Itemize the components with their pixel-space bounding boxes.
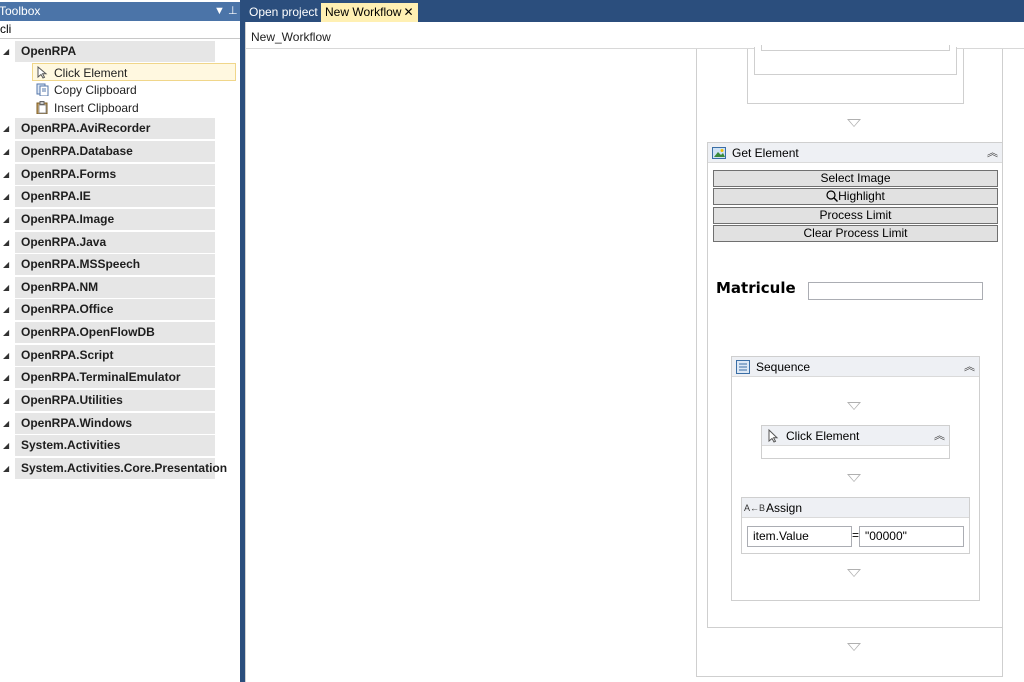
close-icon[interactable]: ✕ — [403, 5, 413, 19]
expander-icon[interactable]: ◢ — [3, 47, 9, 56]
drop-target-arrow-icon[interactable] — [847, 643, 861, 651]
tool-label: Copy Clipboard — [54, 83, 137, 97]
toolbox-title: Toolbox — [0, 4, 41, 18]
activity-title: Assign — [766, 501, 803, 515]
equals-sign: = — [852, 528, 860, 542]
search-icon — [826, 190, 839, 202]
expander-icon[interactable]: ◢ — [3, 419, 9, 428]
category-system-activities-core-presentation[interactable]: System.Activities.Core.Presentation — [15, 458, 227, 479]
document-area: Open project New Workflow ✕ New_Workflow … — [245, 0, 1024, 682]
click-element-activity[interactable]: Click Element ︽ — [761, 425, 950, 459]
category-ie[interactable]: OpenRPA.IE — [15, 186, 215, 207]
toolbox-header: Toolbox ▼ ⊥ — [0, 2, 240, 21]
clear-process-limit-button[interactable]: Clear Process Limit — [713, 225, 998, 242]
highlight-label: Highlight — [838, 189, 885, 203]
expander-icon[interactable]: ◢ — [3, 351, 9, 360]
tab-strip: Open project New Workflow ✕ — [245, 0, 1024, 22]
matricule-field[interactable] — [808, 282, 983, 300]
drop-target-arrow-icon[interactable] — [847, 569, 861, 577]
expander-icon[interactable]: ◢ — [3, 305, 9, 314]
assign-icon: A←B — [744, 503, 766, 513]
drop-target-arrow-icon[interactable] — [847, 119, 861, 127]
insert-clipboard-icon — [36, 101, 48, 114]
toolbox-dropdown-icon[interactable]: ▼ — [214, 2, 225, 21]
toolbox-search-input[interactable]: cli — [0, 21, 240, 39]
activity-title: Sequence — [756, 360, 811, 374]
pin-icon[interactable]: ⊥ — [228, 2, 238, 21]
category-openflowdb[interactable]: OpenRPA.OpenFlowDB — [15, 322, 215, 343]
activity-title: Click Element — [786, 429, 860, 443]
category-avirecorder[interactable]: OpenRPA.AviRecorder — [15, 118, 215, 139]
process-limit-button[interactable]: Process Limit — [713, 207, 998, 224]
category-nm[interactable]: OpenRPA.NM — [15, 277, 215, 298]
highlight-button[interactable]: Highlight — [713, 188, 998, 205]
cursor-icon — [768, 429, 779, 443]
collapse-icon[interactable]: ︽ — [987, 143, 998, 163]
copy-clipboard-icon — [36, 83, 49, 96]
tool-label: Click Element — [54, 66, 128, 80]
expander-icon[interactable]: ◢ — [3, 170, 9, 179]
sequence-icon — [736, 360, 750, 374]
activity-title: Get Element — [732, 146, 799, 160]
expander-icon[interactable]: ◢ — [3, 464, 9, 473]
matricule-label: Matricule — [716, 279, 796, 297]
breadcrumb[interactable]: New_Workflow — [251, 30, 331, 44]
previous-activity-field — [761, 45, 950, 51]
workflow-designer[interactable]: New_Workflow Get Element ︽ Select Image … — [245, 22, 1024, 682]
expander-icon[interactable]: ◢ — [3, 215, 9, 224]
toolbox-pane: Toolbox ▼ ⊥ cli ◢ OpenRPA Click Element … — [0, 0, 240, 682]
tool-copy-clipboard[interactable]: Copy Clipboard — [33, 81, 137, 99]
expander-icon[interactable]: ◢ — [3, 328, 9, 337]
tool-label: Insert Clipboard — [54, 101, 139, 115]
assign-value-field[interactable]: "00000" — [859, 526, 964, 547]
previous-activity-inner — [754, 45, 957, 75]
expander-icon[interactable]: ◢ — [3, 373, 9, 382]
category-database[interactable]: OpenRPA.Database — [15, 141, 215, 162]
image-icon — [712, 147, 726, 159]
activity-header: Click Element ︽ — [762, 426, 949, 446]
previous-activity[interactable] — [747, 45, 964, 104]
category-office[interactable]: OpenRPA.Office — [15, 299, 215, 320]
collapse-icon[interactable]: ︽ — [934, 426, 945, 446]
category-utilities[interactable]: OpenRPA.Utilities — [15, 390, 215, 411]
collapse-icon[interactable]: ︽ — [964, 357, 975, 377]
category-script[interactable]: OpenRPA.Script — [15, 345, 215, 366]
activity-header: Get Element ︽ — [708, 143, 1002, 163]
category-java[interactable]: OpenRPA.Java — [15, 232, 215, 253]
expander-icon[interactable]: ◢ — [3, 283, 9, 292]
expander-icon[interactable]: ◢ — [3, 192, 9, 201]
category-system-activities[interactable]: System.Activities — [15, 435, 215, 456]
category-forms[interactable]: OpenRPA.Forms — [15, 164, 215, 185]
expander-icon[interactable]: ◢ — [3, 124, 9, 133]
assign-to-field[interactable]: item.Value — [747, 526, 852, 547]
activity-header: A←B Assign — [742, 498, 969, 518]
expander-icon[interactable]: ◢ — [3, 260, 9, 269]
category-windows[interactable]: OpenRPA.Windows — [15, 413, 215, 434]
activity-header: Sequence ︽ — [732, 357, 979, 377]
category-openrpa[interactable]: OpenRPA — [15, 41, 215, 62]
tab-label: New Workflow — [325, 5, 402, 19]
category-image[interactable]: OpenRPA.Image — [15, 209, 215, 230]
category-terminalemulator[interactable]: OpenRPA.TerminalEmulator — [15, 367, 215, 388]
tab-new-workflow[interactable]: New Workflow ✕ — [321, 3, 418, 22]
tool-click-element[interactable]: Click Element — [32, 63, 236, 81]
expander-icon[interactable]: ◢ — [3, 147, 9, 156]
drop-target-arrow-icon[interactable] — [847, 474, 861, 482]
assign-activity[interactable]: A←B Assign item.Value = "00000" — [741, 497, 970, 554]
drop-target-arrow-icon[interactable] — [847, 402, 861, 410]
cursor-icon — [37, 66, 48, 79]
tool-insert-clipboard[interactable]: Insert Clipboard — [33, 99, 139, 117]
select-image-button[interactable]: Select Image — [713, 170, 998, 187]
expander-icon[interactable]: ◢ — [3, 396, 9, 405]
expander-icon[interactable]: ◢ — [3, 238, 9, 247]
expander-icon[interactable]: ◢ — [3, 441, 9, 450]
category-msspeech[interactable]: OpenRPA.MSSpeech — [15, 254, 215, 275]
tab-open-project[interactable]: Open project — [245, 3, 322, 22]
